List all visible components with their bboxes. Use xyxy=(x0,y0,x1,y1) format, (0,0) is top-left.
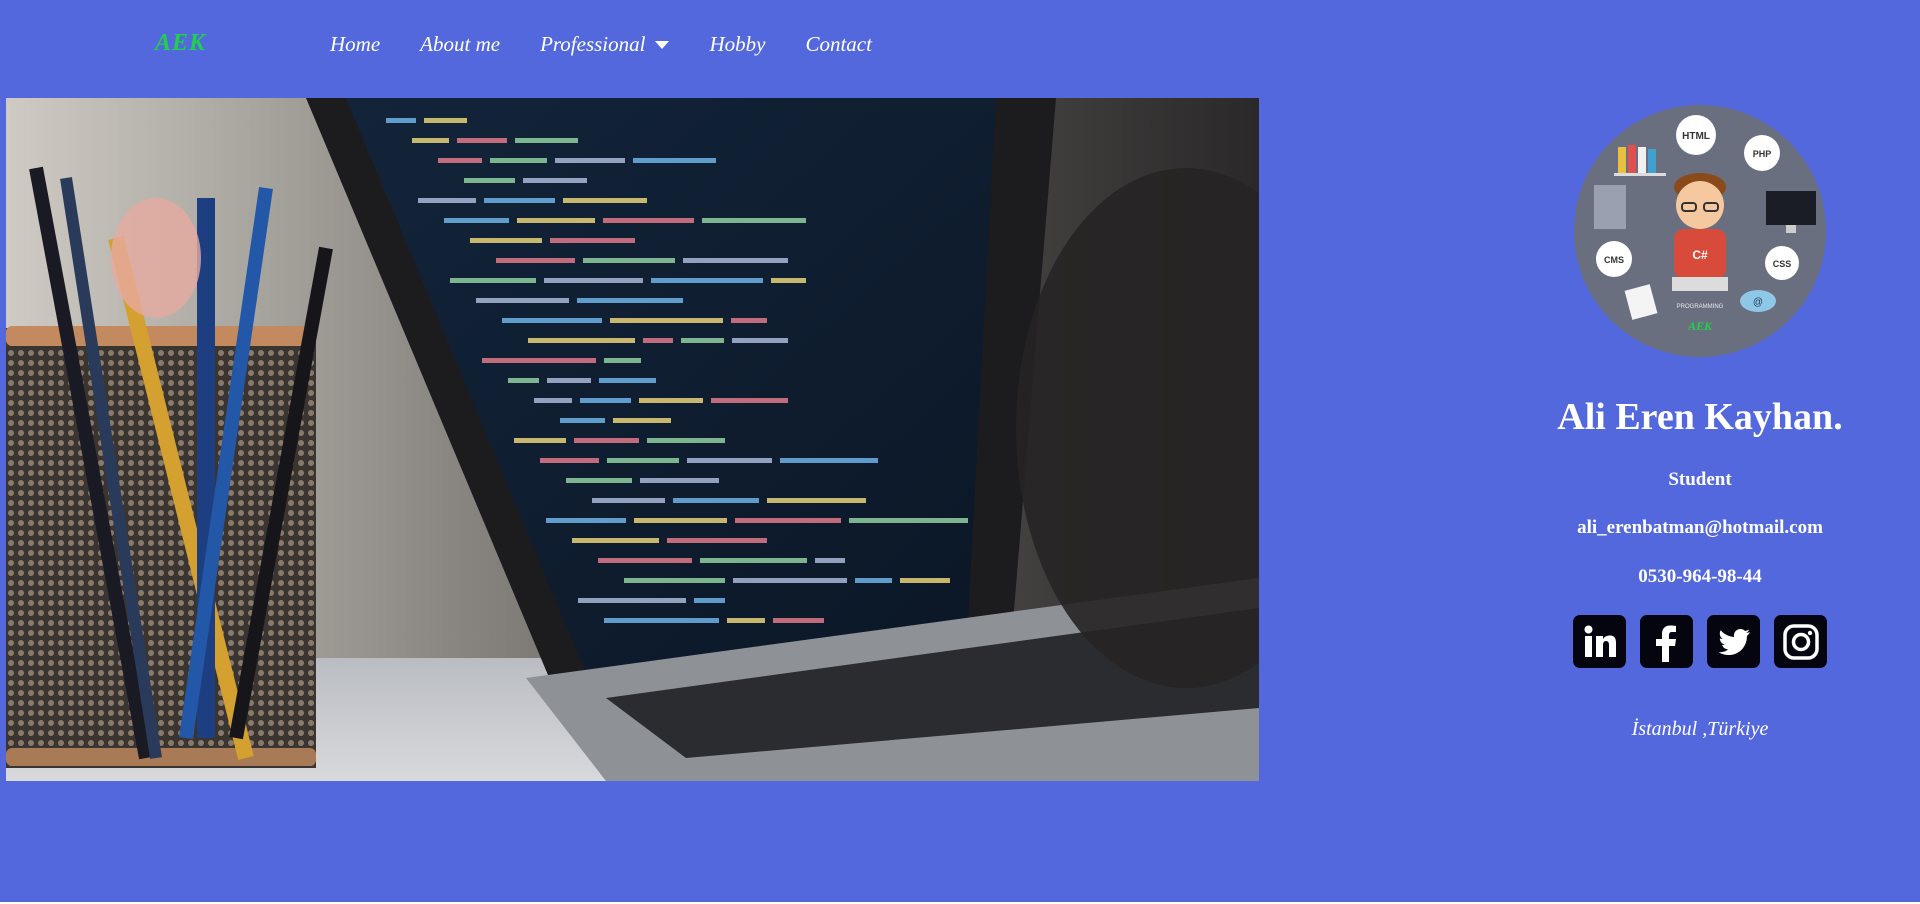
avatar-shirt-label: C# xyxy=(1692,248,1708,262)
social-links xyxy=(1530,615,1870,668)
main-nav: Home About me Professional Hobby Contact xyxy=(330,32,912,57)
avatar-tag-php: PHP xyxy=(1753,149,1772,159)
hero-image xyxy=(6,98,1259,781)
avatar: HTML PHP CMS CSS @ C# PROGRAMMING AEK xyxy=(1574,105,1826,357)
avatar-tag-css: CSS xyxy=(1773,259,1792,269)
nav-contact[interactable]: Contact xyxy=(805,32,872,57)
linkedin-icon[interactable] xyxy=(1573,615,1626,668)
page-background: AEK Home About me Professional Hobby Con… xyxy=(0,0,1920,902)
profile-card: HTML PHP CMS CSS @ C# PROGRAMMING AEK Al… xyxy=(1530,105,1870,741)
twitter-icon[interactable] xyxy=(1707,615,1760,668)
nav-professional[interactable]: Professional xyxy=(540,32,670,57)
logo[interactable]: AEK xyxy=(155,30,206,57)
avatar-logo: AEK xyxy=(1687,319,1713,333)
avatar-tag-cms: CMS xyxy=(1604,255,1624,265)
caret-down-icon xyxy=(655,40,670,49)
avatar-caption: PROGRAMMING xyxy=(1677,304,1724,310)
instagram-icon[interactable] xyxy=(1774,615,1827,668)
avatar-tag-at: @ xyxy=(1753,297,1763,308)
nav-professional-label: Professional xyxy=(540,32,646,56)
profile-phone[interactable]: 0530-964-98-44 xyxy=(1530,566,1870,588)
nav-hobby[interactable]: Hobby xyxy=(709,32,765,57)
nav-home[interactable]: Home xyxy=(330,32,380,57)
profile-location: İstanbul ,Türkiye xyxy=(1631,718,1769,740)
nav-about-me[interactable]: About me xyxy=(420,32,500,57)
profile-name: Ali Eren Kayhan. xyxy=(1557,396,1843,438)
profile-email[interactable]: ali_erenbatman@hotmail.com xyxy=(1530,517,1870,539)
facebook-icon[interactable] xyxy=(1640,615,1693,668)
avatar-tag-html: HTML xyxy=(1682,131,1710,142)
profile-role: Student xyxy=(1668,469,1732,490)
